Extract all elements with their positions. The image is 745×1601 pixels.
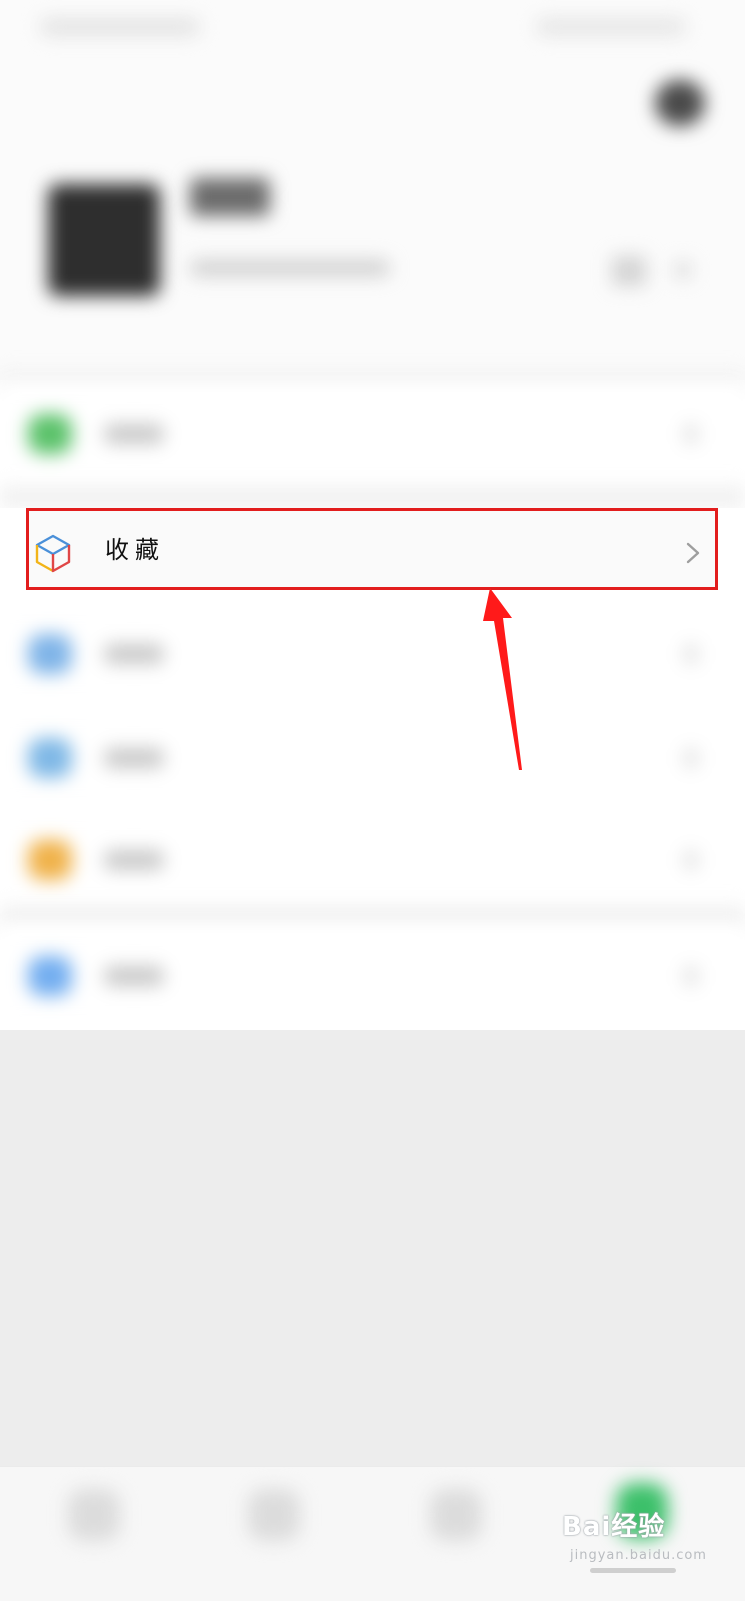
chevron-right-icon xyxy=(684,644,698,664)
tab-contacts-icon[interactable] xyxy=(248,1489,300,1541)
tab-chats-icon[interactable] xyxy=(68,1489,120,1541)
menu-row-label xyxy=(104,966,164,986)
chevron-right-icon xyxy=(675,262,691,278)
chevron-right-icon xyxy=(684,966,698,986)
watermark-subtext: jingyan.baidu.com xyxy=(570,1548,707,1563)
status-bar-left xyxy=(40,18,200,36)
chevron-right-icon xyxy=(684,424,698,444)
menu-row-pay[interactable] xyxy=(0,382,745,486)
favorites-row[interactable]: 收藏 xyxy=(26,508,718,590)
menu-row-label xyxy=(104,748,164,768)
avatar[interactable] xyxy=(48,184,160,296)
settings-icon xyxy=(28,956,72,996)
tab-discover-icon[interactable] xyxy=(430,1489,482,1541)
menu-row-label xyxy=(104,424,164,444)
qr-code-icon[interactable] xyxy=(612,256,646,286)
menu-row-label xyxy=(104,644,164,664)
chevron-right-icon xyxy=(686,542,700,564)
menu-row-cards[interactable] xyxy=(0,706,745,810)
chevron-right-icon xyxy=(684,850,698,870)
home-indicator xyxy=(590,1568,676,1573)
menu-row-label xyxy=(104,850,164,870)
pay-icon xyxy=(28,414,72,454)
chevron-right-icon xyxy=(684,748,698,768)
favorites-label: 收藏 xyxy=(105,536,165,564)
watermark-logo: Bai经验 jingyan.baidu.com xyxy=(556,1488,706,1578)
wechat-id xyxy=(190,260,390,276)
nickname xyxy=(190,178,270,216)
menu-row-moments[interactable] xyxy=(0,602,745,706)
annotation-arrow xyxy=(483,588,522,770)
moments-icon xyxy=(28,634,72,674)
cards-icon xyxy=(28,738,72,778)
watermark-text: Bai经验 xyxy=(562,1512,666,1542)
menu-row-settings[interactable] xyxy=(0,924,745,1028)
section-divider xyxy=(0,486,745,508)
menu-row-emoji[interactable] xyxy=(0,808,745,912)
cube-icon xyxy=(35,534,71,573)
status-bar-right xyxy=(536,18,686,36)
camera-icon[interactable] xyxy=(655,80,705,126)
emoji-icon xyxy=(28,840,72,880)
profile-header xyxy=(0,0,745,380)
empty-area xyxy=(0,1030,745,1466)
